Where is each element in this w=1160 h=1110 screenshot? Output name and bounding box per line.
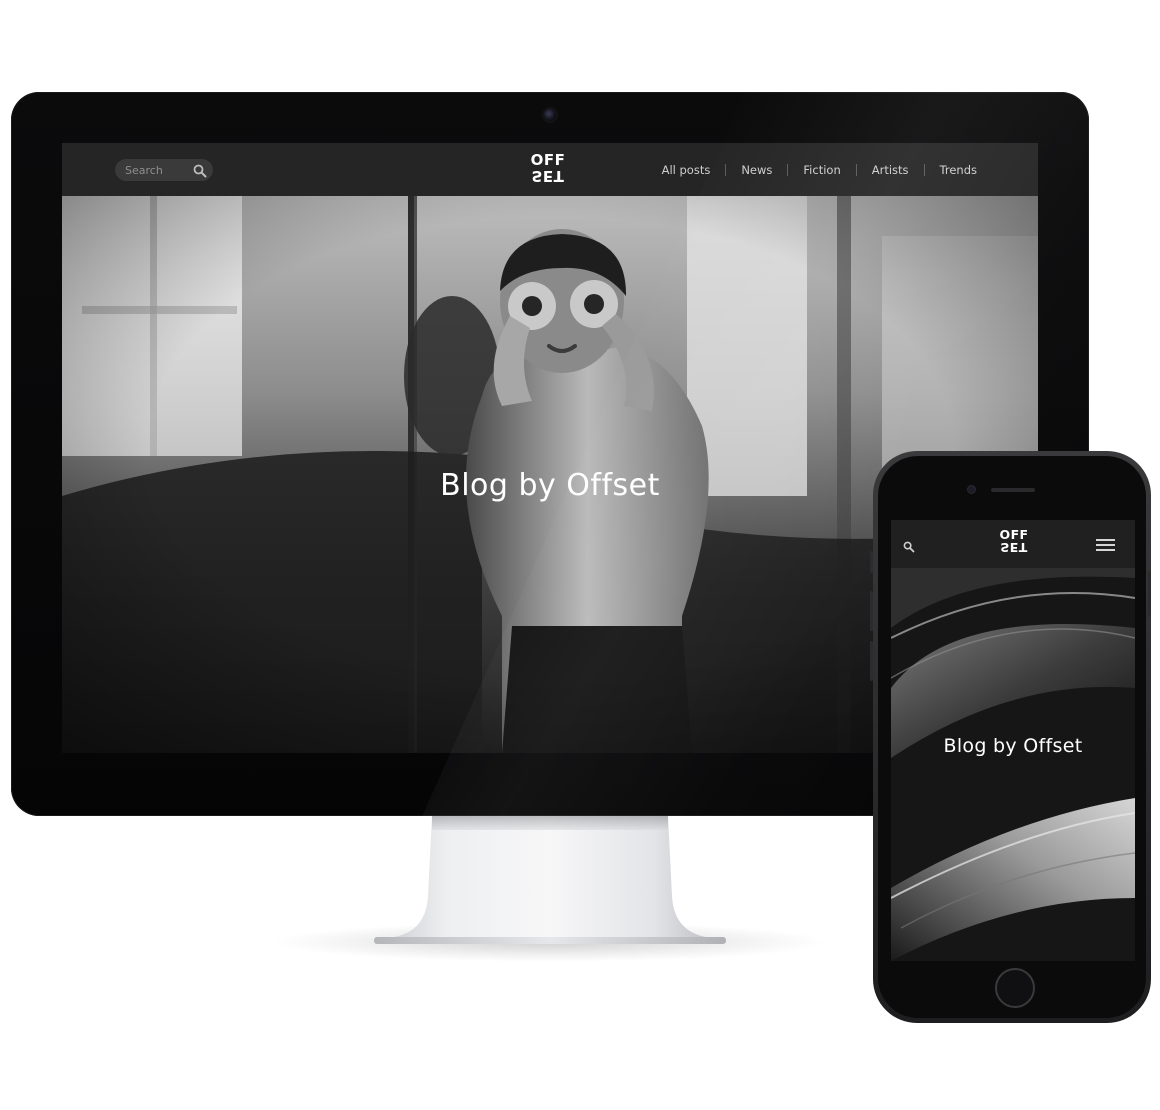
mobile-hero-title: Blog by Offset bbox=[943, 735, 1083, 757]
hamburger-menu-icon[interactable] bbox=[1096, 539, 1115, 551]
phone-volume-up bbox=[870, 591, 873, 631]
search-box[interactable] bbox=[115, 159, 213, 181]
nav-link-all-posts[interactable]: All posts bbox=[647, 160, 726, 180]
logo-text-bottom: SET bbox=[1000, 540, 1028, 555]
primary-nav: All posts News Fiction Artists Trends bbox=[647, 160, 992, 180]
search-icon[interactable] bbox=[193, 163, 207, 178]
offset-logo[interactable]: OFF SET bbox=[524, 152, 572, 188]
iphone-device: OFF SET Blog by Offset bbox=[870, 451, 1151, 1023]
nav-link-trends[interactable]: Trends bbox=[925, 160, 992, 180]
logo-text-bottom: SET bbox=[531, 167, 565, 185]
phone-volume-down bbox=[870, 641, 873, 681]
desktop-nav-bar: OFF SET All posts News Fiction Artists T… bbox=[62, 143, 1038, 196]
mobile-screen: OFF SET Blog by Offset bbox=[891, 520, 1135, 961]
nav-link-news[interactable]: News bbox=[726, 160, 787, 180]
offset-logo[interactable]: OFF SET bbox=[994, 528, 1034, 560]
mobile-nav-bar: OFF SET bbox=[891, 520, 1135, 568]
nav-link-fiction[interactable]: Fiction bbox=[788, 160, 855, 180]
imac-stand bbox=[374, 816, 726, 944]
front-camera bbox=[968, 486, 975, 493]
phone-power-button bbox=[1148, 571, 1151, 617]
device-mockup-stage: OFF SET All posts News Fiction Artists T… bbox=[0, 0, 1160, 1110]
phone-side-button bbox=[870, 551, 873, 573]
search-icon[interactable] bbox=[903, 538, 915, 553]
phone-bezel: OFF SET Blog by Offset bbox=[878, 456, 1146, 1018]
mobile-hero-photo bbox=[891, 568, 1135, 961]
logo-text-top: OFF bbox=[530, 151, 566, 169]
mobile-hero: Blog by Offset bbox=[891, 568, 1135, 961]
search-input[interactable] bbox=[125, 159, 189, 181]
webcam bbox=[544, 109, 556, 121]
home-button[interactable] bbox=[995, 968, 1035, 1008]
earpiece-speaker bbox=[991, 488, 1035, 492]
nav-link-artists[interactable]: Artists bbox=[857, 160, 924, 180]
